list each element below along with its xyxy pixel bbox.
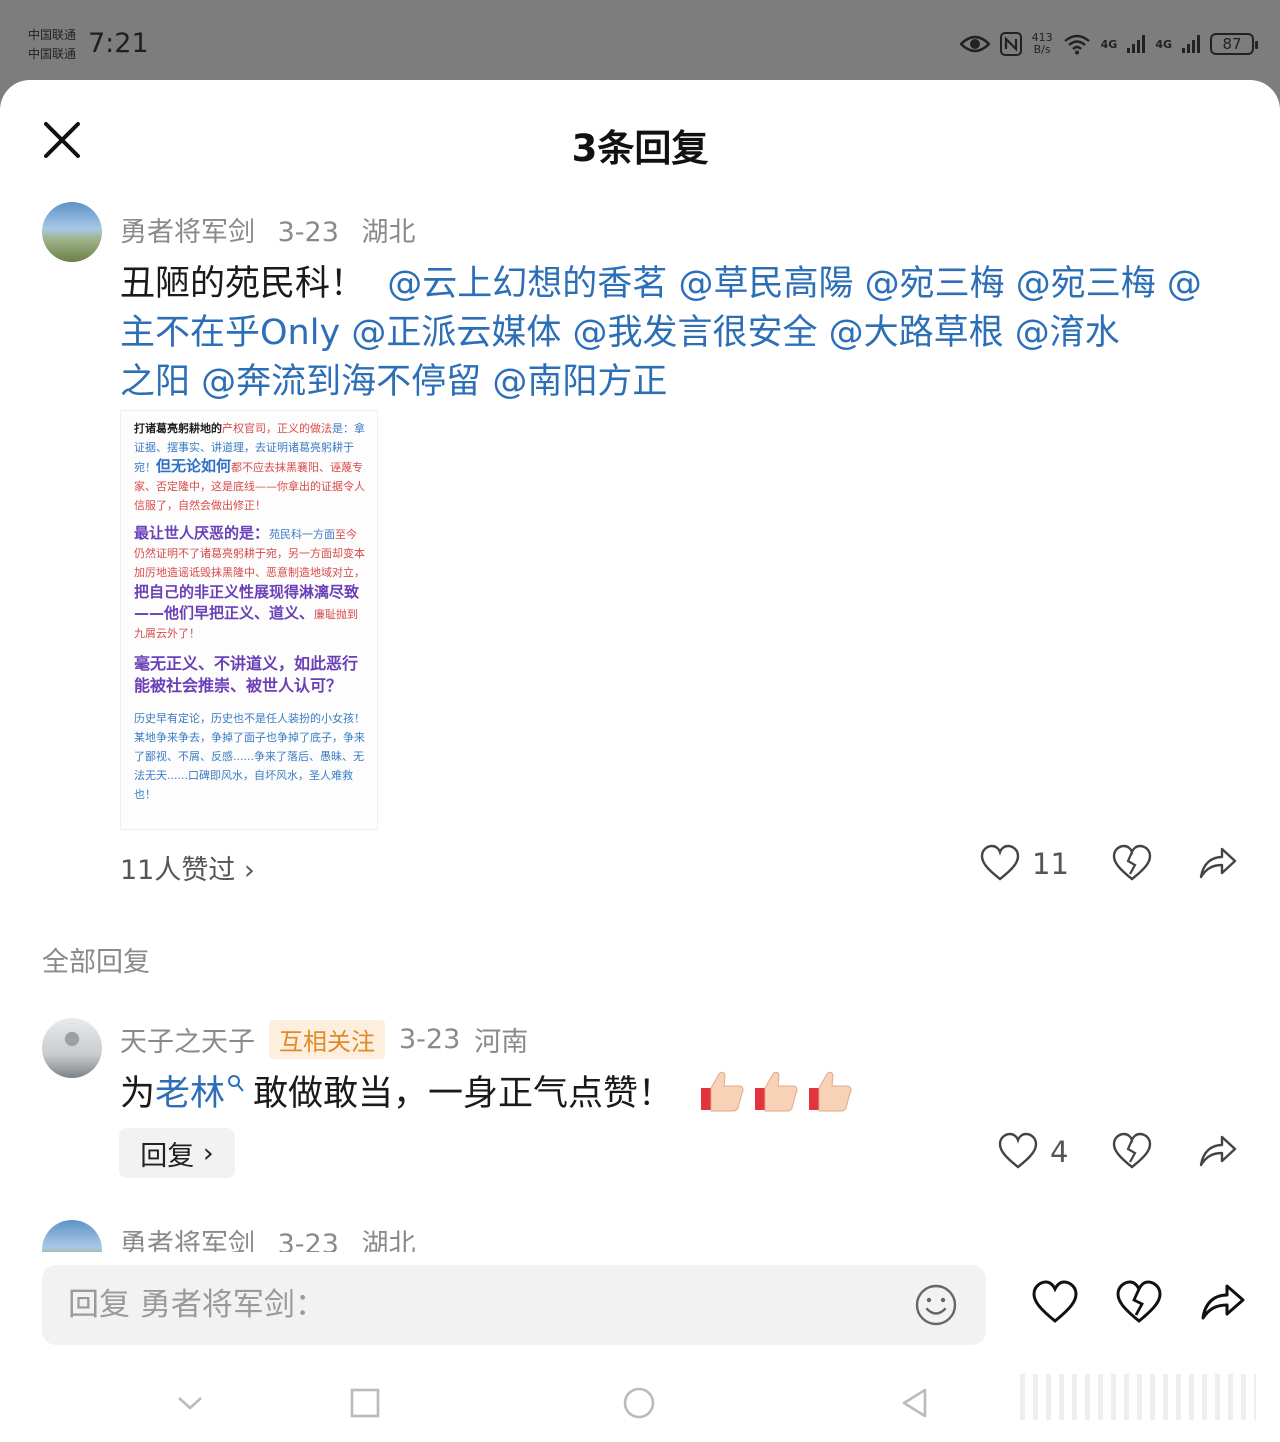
home-icon[interactable]: [622, 1386, 656, 1420]
reply-text-prefix: 为: [120, 1074, 156, 1114]
mention[interactable]: @宛三梅: [1016, 264, 1156, 304]
broken-heart-icon[interactable]: [1112, 1132, 1152, 1172]
mention[interactable]: 之阳: [120, 362, 190, 402]
nfc-icon: [999, 32, 1022, 56]
thumbs-up-icon: [755, 1071, 798, 1111]
avatar[interactable]: [42, 1018, 102, 1078]
comment-author[interactable]: 勇者将军剑: [120, 217, 255, 248]
chevron-right-icon: ›: [202, 1137, 214, 1169]
follow-badge: 互相关注: [269, 1020, 385, 1059]
wifi-icon: [1063, 34, 1090, 55]
sheet-title: 3条回复: [571, 127, 709, 170]
reply-date: 3-23: [399, 1024, 461, 1055]
heart-icon[interactable]: [1032, 1280, 1078, 1326]
reply-input[interactable]: [68, 1265, 888, 1345]
avatar[interactable]: [42, 202, 102, 262]
system-nav-bar: [0, 1360, 1280, 1442]
thumbs-up-icon: [809, 1071, 852, 1111]
broken-heart-icon[interactable]: [1116, 1280, 1162, 1326]
comment-location: 湖北: [361, 217, 416, 248]
mention[interactable]: @云上幻想的香茗: [387, 264, 667, 304]
image-text: 历史早有定论，历史也不是任人装扮的小女孩！某地争来争去，争掉了面子也争掉了底子，…: [134, 712, 365, 801]
image-text: 最让世人厌恶的是：: [134, 524, 270, 542]
section-label: 全部回复: [42, 947, 150, 978]
image-text: 把自己的非正义性展现得: [134, 583, 300, 601]
mention[interactable]: @草民高陽: [678, 264, 853, 304]
share-icon[interactable]: [1198, 844, 1238, 884]
image-text: 苑民科一方面: [269, 528, 336, 541]
mention[interactable]: @正派云媒体: [351, 313, 561, 353]
carrier-info: 中国联通 中国联通: [28, 26, 76, 64]
reply-button[interactable]: 回复 ›: [119, 1128, 235, 1178]
reply-location: 河南: [474, 1027, 529, 1058]
mention[interactable]: @大路草根: [829, 313, 1004, 353]
image-text: 产权官司，正义的做法: [222, 422, 332, 435]
reply-input-bar[interactable]: [42, 1265, 986, 1345]
image-text: 毫无正义、不讲道义，如此恶行能被社会推崇、被世人认可？: [134, 654, 359, 695]
image-text: 打诸葛亮躬耕地的: [134, 422, 222, 435]
emoji-icon[interactable]: [914, 1283, 958, 1327]
reply-text: 为 老林 敢做敢当，一身正气点赞！: [120, 1065, 853, 1116]
comment-text: 丑陋的苑民科！ @云上幻想的香茗 @草民高陽 @宛三梅 @宛三梅 @主不在乎On…: [120, 260, 1230, 407]
comment-actions: 11: [980, 844, 1069, 884]
signal-bars-2-icon: [1182, 35, 1200, 53]
back-icon[interactable]: [898, 1386, 932, 1420]
carrier-2: 中国联通: [28, 47, 77, 61]
reply-meta: 天子之天子 互相关注 3-23 河南: [120, 1020, 542, 1059]
chevron-right-icon: ›: [243, 855, 255, 886]
search-icon: [228, 1074, 244, 1092]
mention[interactable]: @宛三梅: [865, 264, 1005, 304]
signal-1-label: 4G: [1100, 37, 1118, 51]
comment-date: 3-23: [277, 217, 339, 248]
status-bar: 中国联通 中国联通 7:21 413 B/s 4G 4G 87: [0, 0, 1280, 80]
likers-link[interactable]: 11人赞过 ›: [120, 848, 255, 887]
image-text: 造地域对立，: [299, 566, 365, 579]
net-speed: 413 B/s: [1032, 32, 1053, 56]
search-link[interactable]: 老林: [155, 1065, 225, 1116]
heart-icon[interactable]: [980, 844, 1020, 884]
recent-apps-icon[interactable]: [348, 1386, 382, 1420]
image-text: 但无论如何: [156, 457, 232, 475]
carrier-1: 中国联通: [28, 28, 77, 42]
heart-icon[interactable]: [998, 1132, 1038, 1172]
comment-image[interactable]: 打诸葛亮躬耕地的产权官司，正义的做法是：拿证据、摆事实、讲道理，去证明诸葛亮躬耕…: [120, 410, 378, 830]
mention[interactable]: @我发言很安全: [572, 313, 817, 353]
replies-sheet: 3条回复 勇者将军剑 3-23 湖北 丑陋的苑民科！ @云上幻想的香茗 @草民高…: [0, 80, 1280, 1442]
like-count: 11: [1032, 847, 1069, 881]
watermark: [1020, 1374, 1256, 1420]
mention[interactable]: @淯水: [1015, 313, 1120, 353]
signal-bars-1-icon: [1127, 35, 1146, 53]
image-text: 都不应去抹黑: [231, 461, 298, 474]
comment-meta: 勇者将军剑 3-23 湖北: [120, 210, 429, 249]
battery-icon: 87: [1210, 33, 1258, 55]
mention[interactable]: @奔流到海不停留: [201, 362, 481, 402]
likers-label: 11人赞过: [120, 855, 236, 886]
broken-heart-icon[interactable]: [1112, 844, 1152, 884]
clock: 7:21: [88, 28, 149, 59]
signal-2-label: 4G: [1155, 37, 1172, 51]
status-icons: 413 B/s 4G 4G 87: [959, 32, 1258, 56]
share-icon[interactable]: [1200, 1280, 1246, 1326]
mention[interactable]: @南阳方正: [492, 362, 667, 402]
reply-author[interactable]: 天子之天子: [120, 1020, 255, 1059]
eye-icon: [959, 35, 990, 53]
reply-text-suffix: 敢做敢当，一身正气点赞！: [253, 1074, 674, 1114]
net-speed-unit: B/s: [1033, 43, 1051, 56]
like-count: 4: [1050, 1135, 1069, 1169]
chevron-down-icon[interactable]: [173, 1386, 207, 1420]
reply-actions: 4: [998, 1132, 1068, 1172]
share-icon[interactable]: [1198, 1132, 1238, 1172]
comment-body: 丑陋的苑民科！: [120, 264, 366, 304]
bottom-actions: [1032, 1280, 1246, 1326]
thumbs-up-icon: [701, 1071, 744, 1111]
reply-button-label: 回复: [140, 1140, 195, 1172]
